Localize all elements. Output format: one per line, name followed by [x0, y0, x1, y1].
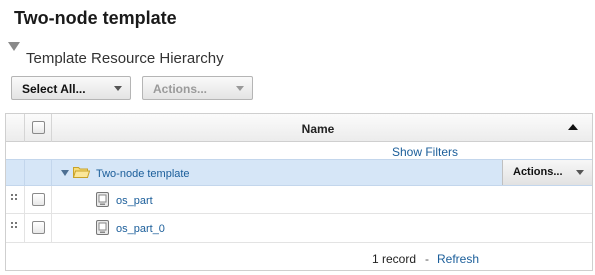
node-icon [96, 192, 109, 207]
section-title: Template Resource Hierarchy [26, 50, 224, 67]
actions-button[interactable]: Actions... [142, 76, 253, 100]
grid-header: Name [6, 114, 592, 142]
row-actions-label: Actions... [513, 166, 563, 178]
table-row[interactable]: os_part [6, 186, 592, 214]
sort-ascending-icon[interactable] [568, 124, 578, 130]
collapse-triangle-icon[interactable] [8, 42, 20, 51]
footer-separator: - [425, 252, 429, 266]
node-icon [96, 220, 109, 235]
actions-label: Actions... [153, 82, 208, 96]
row-checkbox[interactable] [32, 193, 45, 206]
page-title: Two-node template [14, 8, 177, 28]
node-link[interactable]: os_part_0 [116, 223, 165, 235]
dropdown-caret-icon [576, 170, 584, 175]
row-checkbox[interactable] [32, 221, 45, 234]
row-actions-button[interactable]: Actions... [502, 160, 592, 185]
select-all-button[interactable]: Select All... [11, 76, 131, 100]
show-filters-link[interactable]: Show Filters [392, 145, 458, 159]
dropdown-caret-icon [236, 86, 244, 91]
grid-footer: 1 record - Refresh [6, 245, 592, 270]
name-column-header[interactable]: Name [6, 122, 592, 136]
select-all-label: Select All... [22, 82, 86, 96]
drag-handle-icon[interactable] [11, 222, 17, 232]
resource-grid: Name Show Filters Two-node template Acti… [5, 113, 593, 271]
folder-open-icon [73, 167, 90, 178]
dropdown-caret-icon [114, 86, 122, 91]
group-row[interactable]: Two-node template Actions... [6, 159, 592, 186]
group-label-link[interactable]: Two-node template [96, 168, 190, 180]
drag-handle-icon[interactable] [11, 194, 17, 204]
refresh-link[interactable]: Refresh [437, 252, 479, 266]
table-row[interactable]: os_part_0 [6, 214, 592, 243]
node-link[interactable]: os_part [116, 195, 153, 207]
filters-row: Show Filters [6, 143, 592, 159]
record-count: 1 record [372, 252, 417, 266]
expand-triangle-icon[interactable] [61, 170, 69, 176]
